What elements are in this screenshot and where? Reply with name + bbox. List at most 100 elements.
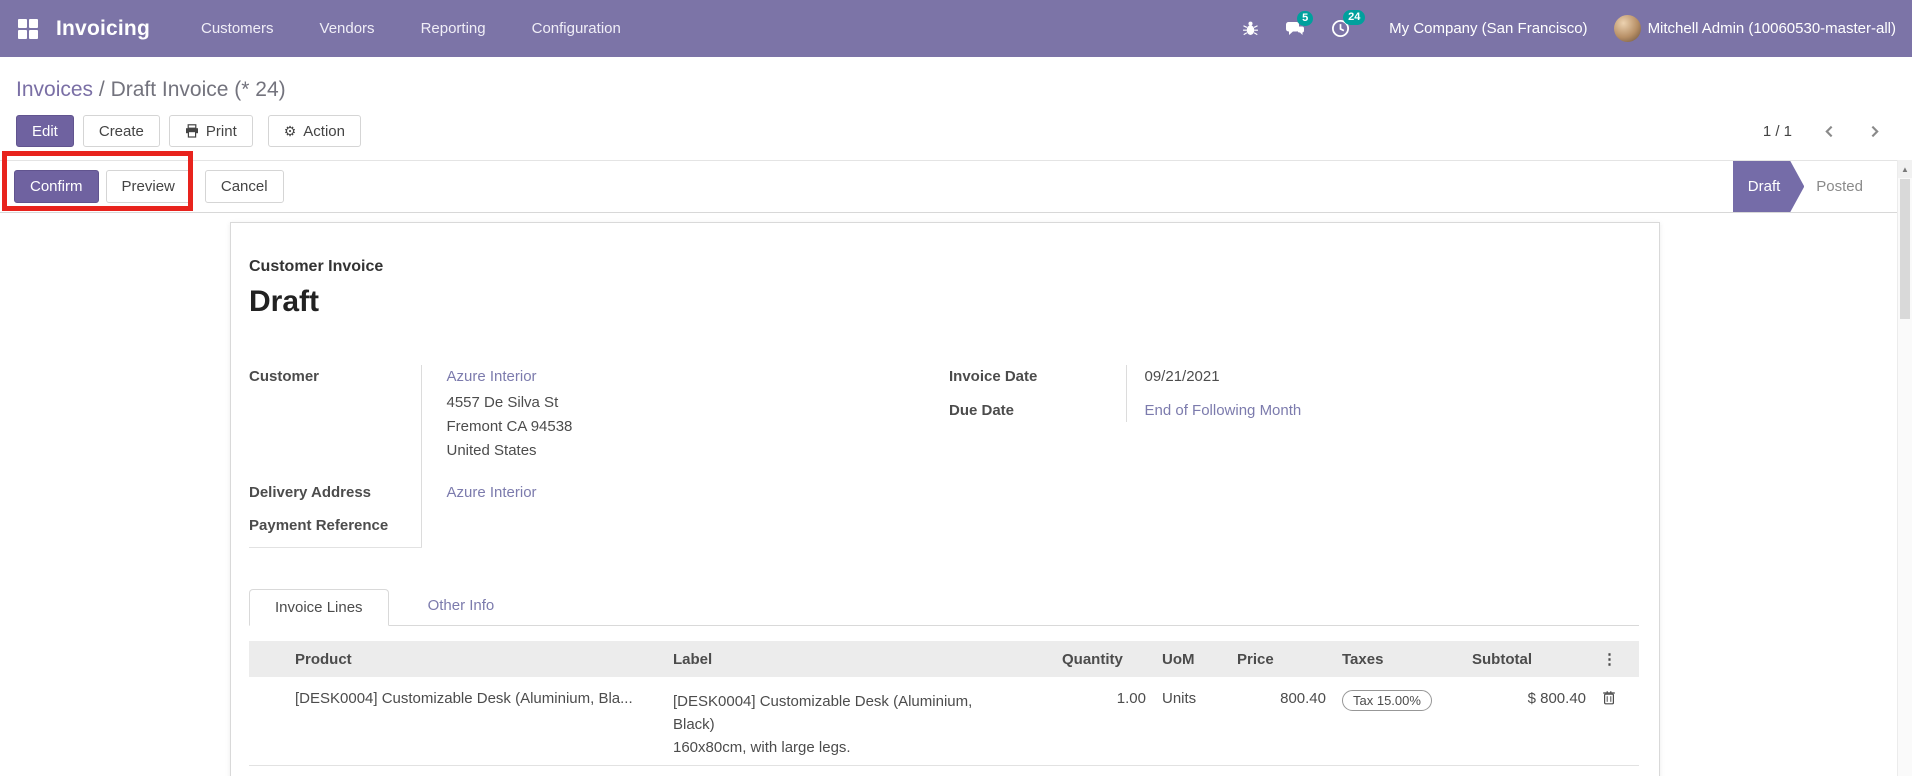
optional-columns-icon[interactable]: ⋮ (1594, 641, 1639, 677)
due-date-row: Due Date End of Following Month (949, 388, 1301, 422)
pager-previous-icon[interactable] (1822, 124, 1837, 139)
printer-icon (185, 124, 199, 138)
customer-address: 4557 De Silva St Fremont CA 94538 United… (447, 391, 573, 463)
scroll-up-icon[interactable]: ▲ (1898, 160, 1912, 178)
document-name: Draft (249, 285, 320, 318)
cell-quantity[interactable]: 1.00 (1054, 677, 1154, 766)
pager-value: 1 / 1 (1762, 122, 1792, 140)
col-taxes[interactable]: Taxes (1334, 641, 1464, 677)
document-type: Customer Invoice (249, 258, 384, 275)
col-quantity[interactable]: Quantity (1054, 641, 1154, 677)
state-draft-badge[interactable]: Draft (1733, 161, 1805, 212)
address-city: Fremont CA 94538 (446, 418, 573, 435)
tab-other-info[interactable]: Other Info (403, 588, 520, 625)
handle-column-header (249, 641, 287, 677)
cell-subtotal[interactable]: $ 800.40 (1464, 677, 1594, 766)
invoice-date-label: Invoice Date (949, 365, 1127, 388)
delivery-address-row: Delivery Address Azure Interior (249, 466, 572, 504)
address-street: 4557 De Silva St (446, 394, 559, 411)
pager-next-icon[interactable] (1867, 124, 1882, 139)
label-line-1: [DESK0004] Customizable Desk (Aluminium, (673, 693, 973, 710)
action-label: Action (303, 122, 345, 140)
breadcrumb-current: Draft Invoice (* 24) (110, 78, 286, 101)
print-label: Print (205, 122, 237, 140)
apps-square (29, 29, 38, 39)
app-name[interactable]: Invoicing (56, 17, 150, 41)
payment-reference-row: Payment Reference (249, 504, 572, 548)
bug-icon (1243, 21, 1259, 36)
user-menu[interactable]: Mitchell Admin (10060530-master-all) (1648, 20, 1896, 37)
systray: 5 24 My Company (San Francisco) Mitchell… (1229, 10, 1902, 42)
annotation-rectangle (2, 151, 193, 211)
action-button[interactable]: ⚙ Action (267, 115, 361, 147)
cell-taxes[interactable]: Tax 15.00% (1334, 677, 1464, 766)
payment-reference-label: Payment Reference (249, 504, 422, 548)
cell-uom[interactable]: Units (1154, 677, 1229, 766)
debug-bug-icon[interactable] (1242, 20, 1259, 37)
menu-configuration[interactable]: Configuration (509, 0, 644, 57)
control-panel: Edit Create Print ⚙ Action 1 / 1 (16, 115, 1882, 147)
customer-label: Customer (249, 365, 422, 466)
activities-menu[interactable]: 24 (1331, 10, 1366, 38)
page: Invoicing Customers Vendors Reporting Co… (0, 0, 1912, 776)
address-country: United States (446, 442, 537, 459)
invoice-date-value[interactable]: 09/21/2021 (1126, 365, 1301, 388)
print-button[interactable]: Print (168, 115, 253, 147)
edit-button[interactable]: Edit (16, 115, 74, 147)
lines-header-row: Product Label Quantity UoM Price Taxes S… (249, 641, 1639, 677)
cell-price[interactable]: 800.40 (1229, 677, 1334, 766)
delivery-address-link[interactable]: Azure Interior (447, 484, 537, 501)
invoice-lines-table: Product Label Quantity UoM Price Taxes S… (249, 641, 1639, 766)
pager: 1 / 1 (1763, 123, 1882, 140)
menu-customers[interactable]: Customers (178, 0, 297, 57)
customer-row: Customer Azure Interior 4557 De Silva St… (249, 365, 572, 466)
menu-vendors[interactable]: Vendors (297, 0, 398, 57)
delete-line-cell (1594, 677, 1639, 766)
breadcrumb-invoices-link[interactable]: Invoices (16, 78, 93, 101)
gear-icon: ⚙ (283, 122, 297, 139)
due-date-value[interactable]: End of Following Month (1145, 402, 1302, 419)
vertical-scrollbar[interactable]: ▲ (1897, 160, 1912, 776)
breadcrumb-separator: / (93, 78, 111, 101)
field-group-left: Customer Azure Interior 4557 De Silva St… (249, 365, 949, 548)
cancel-button[interactable]: Cancel (204, 170, 284, 203)
user-avatar[interactable] (1613, 15, 1641, 42)
col-product[interactable]: Product (287, 641, 665, 677)
label-line-2: Black) (673, 716, 715, 733)
invoice-sheet: Customer Invoice Draft Customer Azure In… (230, 222, 1660, 776)
apps-menu-icon[interactable] (18, 18, 38, 39)
company-switcher[interactable]: My Company (San Francisco) (1389, 20, 1587, 37)
due-date-label: Due Date (949, 388, 1127, 422)
field-groups: Customer Azure Interior 4557 De Silva St… (249, 365, 1639, 548)
tab-invoice-lines[interactable]: Invoice Lines (249, 589, 389, 626)
col-subtotal[interactable]: Subtotal (1464, 641, 1594, 677)
cell-label[interactable]: [DESK0004] Customizable Desk (Aluminium,… (665, 677, 1054, 766)
state-posted[interactable]: Posted (1816, 178, 1863, 195)
top-menu: Customers Vendors Reporting Configuratio… (178, 0, 644, 57)
col-price[interactable]: Price (1229, 641, 1334, 677)
invoice-date-row: Invoice Date 09/21/2021 (949, 365, 1301, 388)
delivery-address-label: Delivery Address (249, 466, 422, 504)
customer-link[interactable]: Azure Interior (447, 368, 573, 385)
label-line-3: 160x80cm, with large legs. (673, 739, 851, 756)
top-navbar: Invoicing Customers Vendors Reporting Co… (0, 0, 1912, 57)
create-button[interactable]: Create (82, 115, 160, 147)
tax-pill[interactable]: Tax 15.00% (1342, 690, 1432, 711)
apps-square (29, 18, 38, 28)
cell-product[interactable]: [DESK0004] Customizable Desk (Aluminium,… (287, 677, 665, 766)
trash-icon[interactable] (1602, 690, 1616, 705)
state-widget: Draft Posted (1733, 161, 1897, 212)
notebook-tabs: Invoice Lines Other Info (249, 588, 1639, 626)
menu-reporting[interactable]: Reporting (398, 0, 509, 57)
col-uom[interactable]: UoM (1154, 641, 1229, 677)
col-label[interactable]: Label (665, 641, 1054, 677)
payment-reference-value[interactable] (421, 504, 572, 548)
statusbar: Confirm Preview Cancel Draft Posted (0, 160, 1897, 213)
apps-square (18, 18, 27, 28)
messages-menu[interactable]: 5 (1285, 10, 1314, 38)
field-group-right: Invoice Date 09/21/2021 Due Date End of … (949, 365, 1639, 548)
scrollbar-thumb[interactable] (1900, 179, 1910, 319)
messages-count-badge: 5 (1297, 10, 1314, 26)
invoice-line-row[interactable]: [DESK0004] Customizable Desk (Aluminium,… (249, 677, 1639, 766)
activities-count-badge: 24 (1343, 10, 1366, 25)
